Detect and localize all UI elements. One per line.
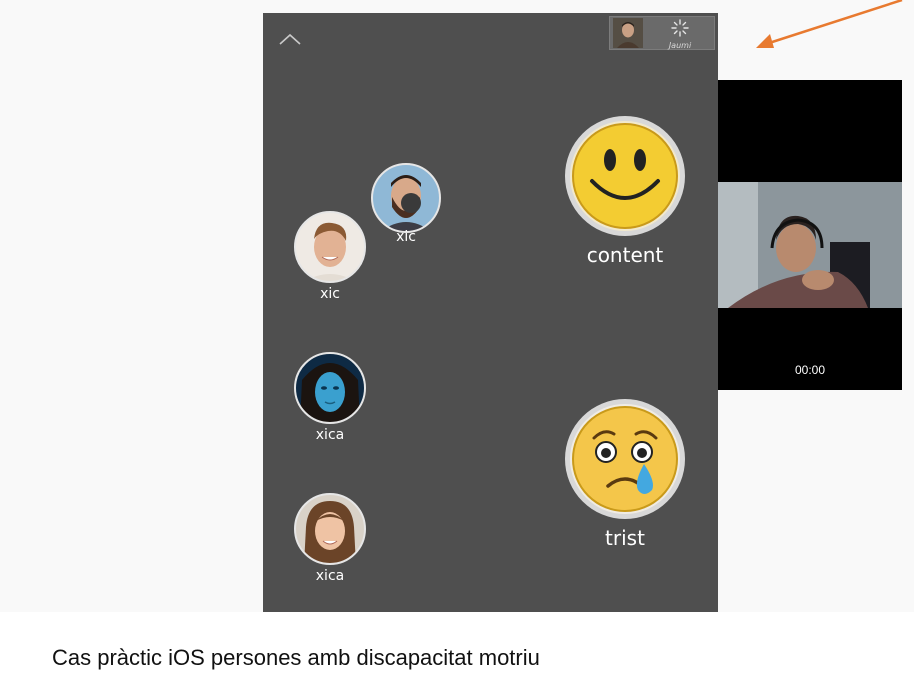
bearded-man-photo — [371, 163, 441, 233]
user-thumbnail[interactable] — [613, 18, 643, 48]
person-label: xic — [396, 229, 416, 245]
person-label: xic — [320, 286, 340, 302]
call-timer: 00:00 — [794, 363, 826, 377]
annotation-arrow-icon — [756, 0, 903, 48]
slide-caption: Cas pràctic iOS persones amb discapacita… — [52, 645, 540, 670]
emotion-label: trist — [605, 526, 645, 550]
remote-person-video — [718, 182, 902, 308]
spinner-label: Jaumi — [668, 41, 692, 50]
participant-thumbnails: Jaumi — [609, 16, 715, 50]
person-tile-young-man[interactable]: xic — [293, 211, 367, 302]
person-label: xica — [315, 568, 345, 584]
woman-blue-tint-photo — [294, 352, 366, 424]
emotion-tile-trist[interactable]: trist — [560, 398, 690, 550]
chevron-up-icon — [279, 33, 301, 45]
aac-app-panel: Jaumi xic xic xica xica content trist — [263, 13, 718, 612]
video-feed — [718, 182, 902, 308]
young-man-photo — [294, 211, 366, 283]
person-tile-woman[interactable]: xica — [293, 352, 367, 443]
smiling-face-icon — [565, 116, 685, 236]
emotion-tile-content[interactable]: content — [560, 115, 690, 267]
video-call-panel: 00:00 — [718, 80, 902, 390]
collapse-button[interactable] — [277, 31, 303, 47]
girl-photo — [294, 493, 366, 565]
loading-spinner-icon — [671, 19, 689, 37]
emotion-label: content — [586, 243, 664, 267]
crying-face-icon — [565, 399, 685, 519]
person-tile-girl[interactable]: xica — [293, 493, 367, 584]
person-label: xica — [315, 427, 345, 443]
loading-thumbnail: Jaumi — [665, 18, 695, 50]
person-tile-bearded-man[interactable]: xic — [369, 163, 443, 245]
